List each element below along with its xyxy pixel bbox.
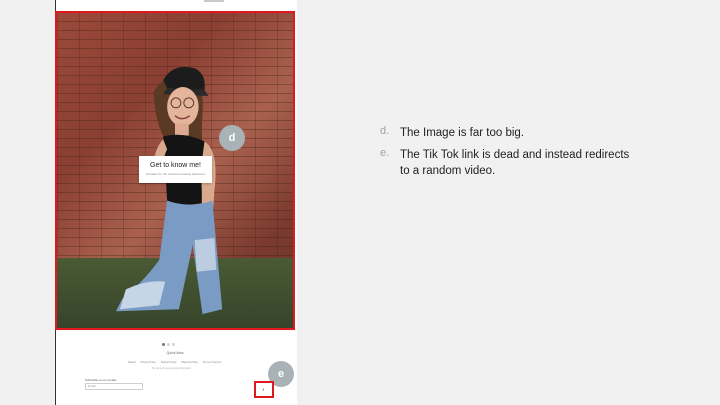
tiktok-link[interactable]: ♪ [254,381,274,398]
footer-links: Search Privacy Policy Refund Policy Ship… [128,361,225,364]
carousel-dot[interactable] [172,343,175,346]
footer-title: Quick links [166,351,184,355]
welcome-card-subtitle: A header for the welcome booking adventu… [145,172,206,176]
note-text: The Image is far too big. [400,127,525,139]
welcome-card-title: Get to know me! [150,162,201,169]
footer-link-search[interactable]: Search [128,361,136,364]
footer-link-shipping[interactable]: Shipping Policy [181,361,198,364]
note-e: e. The Tik Tok link is dead and instead … [380,147,640,179]
carousel-dot[interactable] [162,343,165,346]
marker-d: d [219,125,245,151]
email-field[interactable]: Email [85,383,143,390]
annotation-notes: d. The Image is far too big. e. The Tik … [380,125,640,185]
carousel-dots[interactable] [162,333,177,346]
footer-link-privacy[interactable]: Privacy Policy [141,361,157,364]
welcome-card: Get to know me! A header for the welcome… [139,156,212,183]
newsletter-label: Subscribe to our emails [85,378,117,382]
note-d: d. The Image is far too big. [380,125,640,141]
note-letter: d. [380,125,390,137]
note-letter: e. [380,147,390,159]
note-text: The Tik Tok link is dead and instead red… [400,149,630,177]
carousel-dot[interactable] [167,343,170,346]
footer-link-terms[interactable]: Terms of Service [203,361,222,364]
footer-note[interactable]: Do not sell my personal information [152,367,191,370]
tiktok-icon[interactable]: ♪ [262,387,265,393]
top-cut-text [204,0,224,2]
footer-link-refund[interactable]: Refund Policy [161,361,176,364]
